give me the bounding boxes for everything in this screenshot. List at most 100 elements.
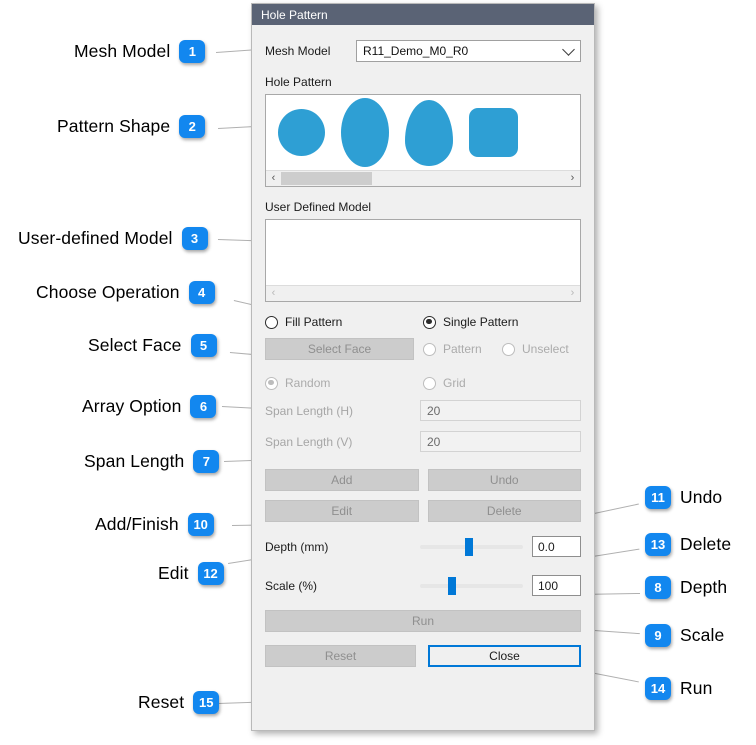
scrollbar-track[interactable] xyxy=(281,286,565,301)
annotation-label: Choose Operation xyxy=(36,282,180,302)
annotation-delete: 13 Delete xyxy=(645,533,731,556)
depth-slider[interactable] xyxy=(420,537,523,557)
radio-random[interactable]: Random xyxy=(265,376,423,390)
scrollbar-track[interactable] xyxy=(281,171,565,186)
select-face-button[interactable]: Select Face xyxy=(265,338,414,360)
close-button[interactable]: Close xyxy=(428,645,581,667)
reset-close-row: Reset Close xyxy=(265,645,581,667)
span-length-v-row: Span Length (V) 20 xyxy=(265,431,581,452)
radio-grid[interactable]: Grid xyxy=(423,376,581,390)
scroll-right-arrow-icon[interactable]: › xyxy=(565,286,580,301)
annotation-badge: 8 xyxy=(645,576,671,599)
user-defined-model-list[interactable]: ‹ › xyxy=(265,219,581,302)
radio-label-grid: Grid xyxy=(443,376,466,390)
pattern-shape-rounded-square[interactable] xyxy=(469,108,518,157)
annotation-badge: 11 xyxy=(645,486,671,509)
scale-value-input[interactable]: 100 xyxy=(532,575,581,596)
select-face-row: Select Face Pattern Unselect xyxy=(265,338,581,360)
radio-icon-single-pattern[interactable] xyxy=(423,315,436,329)
mesh-model-row: Mesh Model R11_Demo_M0_R0 xyxy=(265,40,581,62)
pattern-shape-egg[interactable] xyxy=(405,99,453,166)
annotation-badge: 7 xyxy=(193,450,220,473)
hole-pattern-gallery: ‹ › xyxy=(265,94,581,187)
edit-button[interactable]: Edit xyxy=(265,500,419,522)
annotation-label: Select Face xyxy=(88,335,182,355)
scroll-right-arrow-icon[interactable]: › xyxy=(565,171,580,186)
reset-button[interactable]: Reset xyxy=(265,645,416,667)
operation-radio-row: Fill Pattern Single Pattern xyxy=(265,315,581,329)
annotation-badge: 10 xyxy=(187,513,214,536)
annotation-depth: 8 Depth xyxy=(645,576,727,599)
annotation-mesh-model: Mesh Model 1 xyxy=(74,40,206,63)
radio-label-random: Random xyxy=(285,376,331,390)
radio-label-pattern: Pattern xyxy=(443,342,482,356)
span-length-h-input[interactable]: 20 xyxy=(420,400,581,421)
annotation-edit: Edit 12 xyxy=(158,562,224,585)
annotation-label: Array Option xyxy=(82,396,182,416)
annotation-label: Undo xyxy=(680,487,723,507)
hole-pattern-items xyxy=(266,95,580,170)
annotation-label: Mesh Model xyxy=(74,41,171,61)
annotation-span-length: Span Length 7 xyxy=(84,450,220,473)
undo-button[interactable]: Undo xyxy=(427,469,581,491)
run-button[interactable]: Run xyxy=(265,610,581,632)
hole-pattern-dialog: Hole Pattern Mesh Model R11_Demo_M0_R0 H… xyxy=(251,3,595,731)
delete-button[interactable]: Delete xyxy=(427,500,581,522)
annotation-label: Scale xyxy=(680,625,725,645)
array-option-row: Random Grid xyxy=(265,376,581,390)
user-defined-model-scrollbar[interactable]: ‹ › xyxy=(266,285,580,301)
scrollbar-thumb[interactable] xyxy=(281,172,372,185)
radio-icon-unselect[interactable] xyxy=(502,342,515,356)
chevron-down-icon[interactable] xyxy=(562,43,575,56)
annotation-select-face: Select Face 5 xyxy=(88,334,217,357)
annotation-user-defined-model: User-defined Model 3 xyxy=(18,227,208,250)
radio-icon-random[interactable] xyxy=(265,376,278,390)
scale-row: Scale (%) 100 xyxy=(265,575,581,596)
dialog-client-area: Mesh Model R11_Demo_M0_R0 Hole Pattern ‹… xyxy=(252,40,594,745)
scroll-left-arrow-icon[interactable]: ‹ xyxy=(266,171,281,186)
radio-label-single-pattern: Single Pattern xyxy=(443,315,519,329)
add-button[interactable]: Add xyxy=(265,469,419,491)
depth-slider-handle[interactable] xyxy=(465,537,474,556)
mesh-model-combobox[interactable]: R11_Demo_M0_R0 xyxy=(356,40,581,62)
annotation-label: Run xyxy=(680,678,713,698)
radio-single-pattern[interactable]: Single Pattern xyxy=(423,315,581,329)
mesh-model-value: R11_Demo_M0_R0 xyxy=(363,44,469,58)
radio-icon-fill-pattern[interactable] xyxy=(265,315,278,329)
annotation-badge: 2 xyxy=(179,115,206,138)
radio-fill-pattern[interactable]: Fill Pattern xyxy=(265,315,423,329)
scale-slider[interactable] xyxy=(420,576,523,596)
edit-delete-row: Edit Delete xyxy=(265,500,581,522)
radio-unselect[interactable]: Unselect xyxy=(502,342,581,356)
radio-icon-grid[interactable] xyxy=(423,376,436,390)
scroll-left-arrow-icon[interactable]: ‹ xyxy=(266,286,281,301)
select-face-right: Pattern Unselect xyxy=(423,342,581,356)
annotation-choose-operation: Choose Operation 4 xyxy=(36,281,215,304)
annotation-label: User-defined Model xyxy=(18,228,173,248)
radio-pattern[interactable]: Pattern xyxy=(423,342,502,356)
annotation-label: Pattern Shape xyxy=(57,116,171,136)
pattern-shape-circle[interactable] xyxy=(278,109,325,156)
annotation-scale: 9 Scale xyxy=(645,624,724,647)
depth-row: Depth (mm) 0.0 xyxy=(265,536,581,557)
run-row: Run xyxy=(265,610,581,632)
radio-icon-pattern[interactable] xyxy=(423,342,436,356)
span-length-h-label: Span Length (H) xyxy=(265,403,354,418)
annotation-badge: 6 xyxy=(190,395,217,418)
add-undo-row: Add Undo xyxy=(265,469,581,491)
span-length-v-input[interactable]: 20 xyxy=(420,431,581,452)
annotation-badge: 4 xyxy=(188,281,215,304)
user-defined-model-content[interactable] xyxy=(266,220,580,285)
annotation-badge: 12 xyxy=(197,562,224,585)
radio-label-fill-pattern: Fill Pattern xyxy=(285,315,343,329)
dialog-title: Hole Pattern xyxy=(261,7,328,22)
annotation-undo: 11 Undo xyxy=(645,486,722,509)
depth-value-input[interactable]: 0.0 xyxy=(532,536,581,557)
annotation-label: Span Length xyxy=(84,451,185,471)
hole-pattern-scrollbar[interactable]: ‹ › xyxy=(266,170,580,186)
annotation-badge: 3 xyxy=(181,227,208,250)
annotation-reset: Reset 15 xyxy=(138,691,220,714)
scale-slider-track[interactable] xyxy=(420,583,523,588)
scale-slider-handle[interactable] xyxy=(447,576,456,595)
pattern-shape-ellipse[interactable] xyxy=(341,98,389,167)
